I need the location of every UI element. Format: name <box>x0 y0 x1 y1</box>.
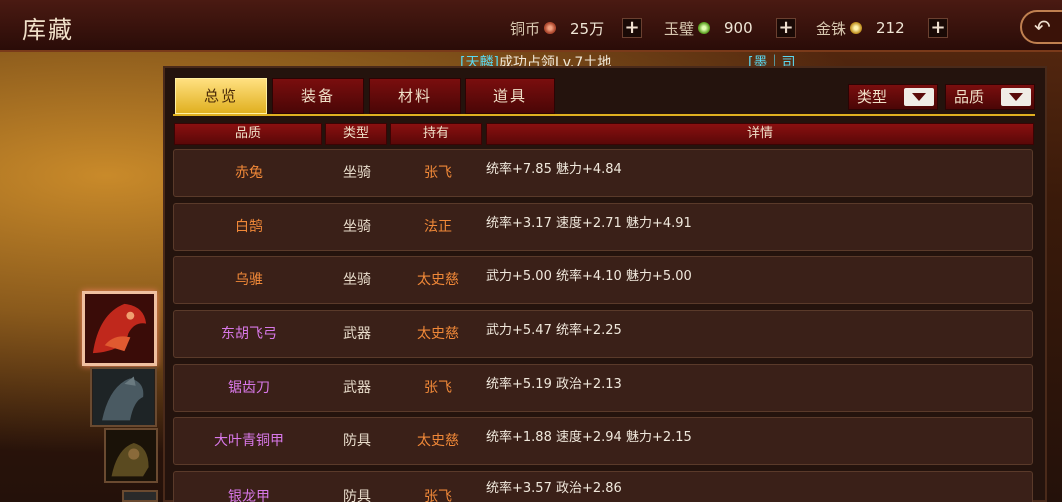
quality-filter-label: 品质 <box>954 88 985 106</box>
item-details: 武力+5.00 统率+4.10 魅力+5.00 <box>486 269 692 284</box>
table-row[interactable]: 白鹄 坐骑 法正 统率+3.17 速度+2.71 魅力+4.91 <box>173 203 1033 251</box>
portrait-selected[interactable] <box>82 291 157 366</box>
item-type: 防具 <box>343 433 371 449</box>
add-gold-button[interactable]: + <box>928 18 949 38</box>
item-name: 东胡飞弓 <box>221 326 277 342</box>
item-details: 统率+3.17 速度+2.71 魅力+4.91 <box>486 216 692 231</box>
item-name: 赤兔 <box>235 165 263 181</box>
item-holder: 太史慈 <box>417 433 459 449</box>
item-details: 统率+7.85 魅力+4.84 <box>486 162 622 177</box>
item-holder: 张飞 <box>424 165 452 181</box>
item-type: 坐骑 <box>343 219 371 235</box>
item-details: 统率+5.19 政治+2.13 <box>486 377 622 392</box>
add-copper-button[interactable]: + <box>622 18 643 38</box>
copper-coin-icon <box>544 22 557 34</box>
portrait-art-icon <box>124 492 156 500</box>
chevron-down-icon <box>1001 88 1031 106</box>
red-hero-portrait-icon <box>85 294 154 363</box>
type-filter-label: 类型 <box>857 88 888 106</box>
back-button[interactable]: ↶ <box>1020 10 1062 44</box>
currency-value: 25万 <box>570 19 605 38</box>
currency-jade: 玉璧 900 + <box>664 16 797 40</box>
column-header-details[interactable]: 详情 <box>486 123 1034 145</box>
horse-portrait-icon <box>92 369 155 425</box>
item-holder: 张飞 <box>424 489 452 502</box>
top-bar: 库藏 铜币 25万 + 玉璧 900 + 金铢 212 + ↶ <box>0 0 1062 52</box>
type-filter-dropdown[interactable]: 类型 <box>848 84 938 110</box>
tab-overview[interactable]: 总览 <box>175 78 267 114</box>
tab-underline <box>173 114 1035 116</box>
chevron-down-icon <box>904 88 934 106</box>
item-holder: 太史慈 <box>417 326 459 342</box>
currency-name: 玉璧 <box>664 19 695 38</box>
table-row[interactable]: 东胡飞弓 武器 太史慈 武力+5.47 统率+2.25 <box>173 310 1033 358</box>
table-row[interactable]: 大叶青铜甲 防具 太史慈 统率+1.88 速度+2.94 魅力+2.15 <box>173 417 1033 465</box>
item-type: 坐骑 <box>343 165 371 181</box>
tab-items[interactable]: 道具 <box>465 78 555 114</box>
item-holder: 太史慈 <box>417 272 459 288</box>
item-details: 统率+3.57 政治+2.86 <box>486 481 622 496</box>
item-holder: 张飞 <box>424 380 452 396</box>
currency-name: 金铢 <box>816 19 847 38</box>
item-details: 统率+1.88 速度+2.94 魅力+2.15 <box>486 430 692 445</box>
item-type: 武器 <box>343 380 371 396</box>
portrait-3[interactable] <box>104 428 158 483</box>
quality-filter-dropdown[interactable]: 品质 <box>945 84 1035 110</box>
item-type: 武器 <box>343 326 371 342</box>
back-arrow-icon: ↶ <box>1034 15 1051 39</box>
column-header-holder[interactable]: 持有 <box>390 123 482 145</box>
currency-value: 900 <box>724 19 753 37</box>
item-name: 大叶青铜甲 <box>214 433 284 449</box>
currency-copper: 铜币 25万 + <box>510 16 643 40</box>
gold-coin-icon <box>850 22 863 34</box>
currency-value: 212 <box>876 19 905 37</box>
item-holder: 法正 <box>424 219 452 235</box>
item-type: 坐骑 <box>343 272 371 288</box>
item-name: 锯齿刀 <box>228 380 270 396</box>
add-jade-button[interactable]: + <box>776 18 797 38</box>
portrait-4[interactable] <box>122 490 158 502</box>
currency-name: 铜币 <box>510 19 541 38</box>
item-name: 乌骓 <box>235 272 263 288</box>
jade-coin-icon <box>698 22 711 34</box>
tab-equipment[interactable]: 装备 <box>272 78 364 114</box>
tab-materials[interactable]: 材料 <box>369 78 461 114</box>
table-row[interactable]: 银龙甲 防具 张飞 统率+3.57 政治+2.86 <box>173 471 1033 502</box>
column-header-type[interactable]: 类型 <box>325 123 387 145</box>
column-header-quality[interactable]: 品质 <box>174 123 322 145</box>
portrait-2[interactable] <box>90 367 157 427</box>
item-type: 防具 <box>343 489 371 502</box>
table-row[interactable]: 赤兔 坐骑 张飞 统率+7.85 魅力+4.84 <box>173 149 1033 197</box>
currency-gold: 金铢 212 + <box>816 16 949 40</box>
item-details: 武力+5.47 统率+2.25 <box>486 323 622 338</box>
table-row[interactable]: 锯齿刀 武器 张飞 统率+5.19 政治+2.13 <box>173 364 1033 412</box>
page-title: 库藏 <box>22 16 74 44</box>
warrior-portrait-icon <box>106 430 156 481</box>
item-name: 银龙甲 <box>228 489 270 502</box>
table-row[interactable]: 乌骓 坐骑 太史慈 武力+5.00 统率+4.10 魅力+5.00 <box>173 256 1033 304</box>
item-name: 白鹄 <box>235 219 263 235</box>
